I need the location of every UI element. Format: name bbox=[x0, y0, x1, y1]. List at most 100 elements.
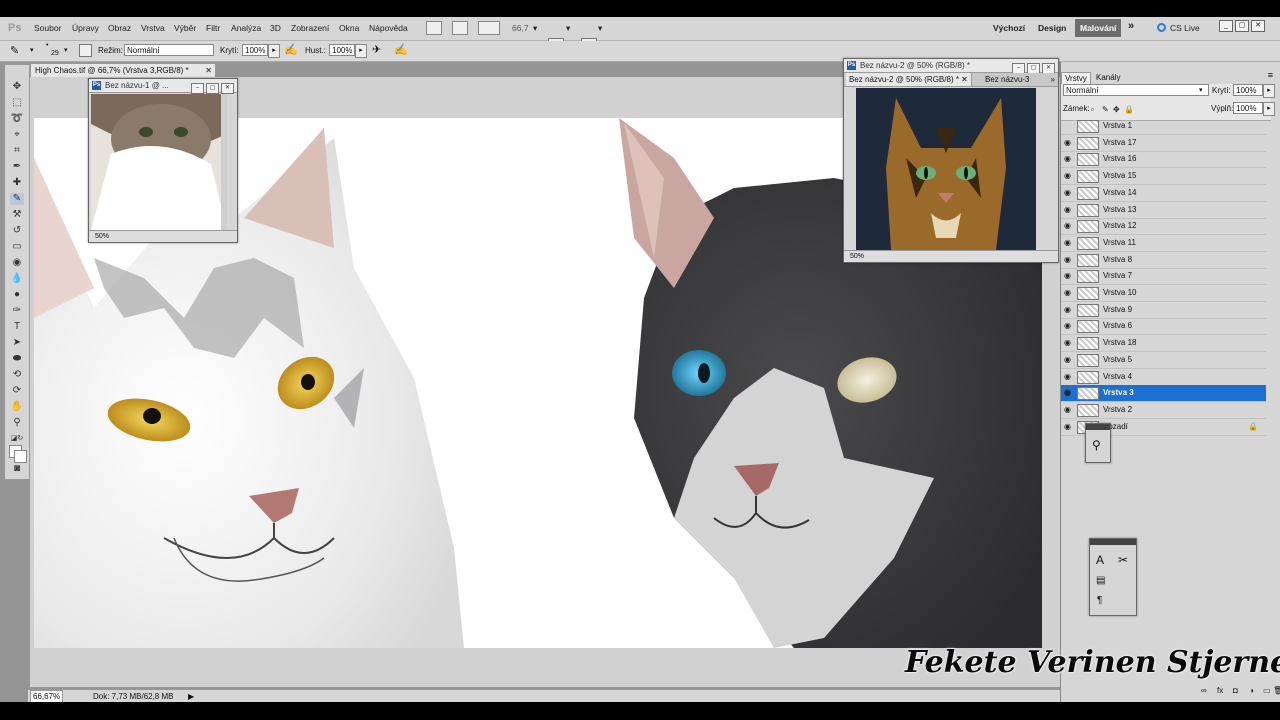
lock-position-icon[interactable]: ✥ bbox=[1113, 105, 1120, 114]
visibility-eye-icon[interactable]: ◉ bbox=[1064, 222, 1072, 230]
history-brush-tool-icon[interactable]: ↺ bbox=[10, 225, 24, 237]
path-selection-tool-icon[interactable]: ➤ bbox=[10, 337, 24, 349]
lock-pixels-icon[interactable]: ✎ bbox=[1102, 105, 1109, 114]
workspace-malovani[interactable]: Malování bbox=[1075, 19, 1122, 37]
paint-bucket-tool-icon[interactable]: ◉ bbox=[10, 257, 24, 269]
visibility-eye-icon[interactable] bbox=[1064, 122, 1072, 129]
tab-channels[interactable]: Kanály bbox=[1093, 72, 1123, 83]
layer-row[interactable]: ◉ Vrstva 11 bbox=[1061, 235, 1266, 252]
layer-row[interactable]: ◉ Vrstva 4 bbox=[1061, 369, 1266, 386]
adjustment-layer-icon[interactable]: ◑ bbox=[1249, 686, 1254, 695]
lock-all-icon[interactable]: 🔒 bbox=[1124, 105, 1134, 114]
layer-row[interactable]: ◉ Vrstva 14 bbox=[1061, 185, 1266, 202]
character-panel-icon[interactable]: A bbox=[1096, 553, 1104, 567]
visibility-eye-icon[interactable]: ◉ bbox=[1064, 255, 1072, 263]
layer-row[interactable]: ◉ Vrstva 13 bbox=[1061, 202, 1266, 219]
background-color-swatch[interactable] bbox=[14, 450, 27, 463]
brush-presets-panel-icon[interactable]: ▤ bbox=[1096, 575, 1105, 586]
pressure-opacity-icon[interactable]: ✍ bbox=[284, 43, 298, 56]
menu-upravy[interactable]: Úpravy bbox=[72, 23, 99, 33]
layer-row[interactable]: ◉ Vrstva 16 bbox=[1061, 151, 1266, 169]
bridge-icon[interactable] bbox=[426, 21, 442, 35]
visibility-eye-icon[interactable]: ◉ bbox=[1064, 355, 1072, 363]
workspace-design[interactable]: Design bbox=[1038, 23, 1066, 33]
3d-rotate-tool-icon[interactable]: ⟲ bbox=[10, 369, 24, 381]
visibility-eye-icon[interactable]: ◉ bbox=[1064, 138, 1072, 146]
layer-row[interactable]: ◉ Vrstva 8 bbox=[1061, 252, 1266, 269]
brush-tool-icon[interactable]: ✎ bbox=[10, 44, 19, 57]
tab-bez-nazvu-3[interactable]: Bez názvu-3 bbox=[982, 73, 1032, 86]
brush-tool-icon[interactable]: ✎ bbox=[10, 193, 24, 205]
layer-row[interactable]: ◉ Vrstva 15 bbox=[1061, 168, 1266, 186]
cs-live-button[interactable]: CS Live bbox=[1170, 23, 1200, 33]
mini-palette-1-titlebar[interactable] bbox=[1086, 424, 1110, 430]
opacity-slider-button[interactable]: ▸ bbox=[1263, 84, 1275, 98]
paragraph-panel-icon[interactable]: ¶ bbox=[1097, 595, 1102, 606]
hust-slider-button[interactable]: ▸ bbox=[355, 44, 367, 58]
menu-analyza[interactable]: Analýza bbox=[231, 23, 261, 33]
menu-vrstva[interactable]: Vrstva bbox=[141, 23, 165, 33]
layer-style-icon[interactable]: fx bbox=[1217, 686, 1223, 695]
close-icon[interactable]: ✕ bbox=[221, 83, 234, 94]
visibility-eye-icon[interactable]: ◉ bbox=[1064, 289, 1072, 297]
document-tab[interactable]: High Chaos.tif @ 66,7% (Vrstva 3,RGB/8) … bbox=[30, 63, 216, 78]
zoom-tool-icon[interactable]: ⚲ bbox=[10, 417, 24, 429]
brush-panel-toggle-icon[interactable] bbox=[79, 44, 92, 57]
zoom-level-field[interactable]: 66,7 bbox=[512, 23, 529, 33]
add-mask-icon[interactable]: ◘ bbox=[1233, 686, 1238, 695]
mini-bridge-icon[interactable] bbox=[452, 21, 468, 35]
maximize-icon[interactable]: ▢ bbox=[206, 83, 219, 94]
layer-row[interactable]: ◉ Vrstva 10 bbox=[1061, 285, 1266, 302]
menu-vyber[interactable]: Výběr bbox=[174, 23, 196, 33]
visibility-eye-icon[interactable]: ◉ bbox=[1064, 272, 1072, 280]
reference-window-1[interactable]: Ps Bez názvu-1 @ ... – ▢ ✕ 50% bbox=[88, 78, 238, 243]
tab-layers[interactable]: Vrstvy bbox=[1061, 72, 1091, 84]
menu-napoveda[interactable]: Nápověda bbox=[369, 23, 408, 33]
blur-tool-icon[interactable]: 💧 bbox=[10, 273, 24, 285]
default-colors-icon[interactable]: ◪↻ bbox=[10, 433, 24, 445]
visibility-eye-icon[interactable]: ◉ bbox=[1064, 422, 1072, 430]
menu-3d[interactable]: 3D bbox=[270, 23, 281, 33]
layer-row[interactable]: ◉ Vrstva 18 bbox=[1061, 335, 1266, 353]
hand-tool-icon[interactable]: ✋ bbox=[10, 401, 24, 413]
move-tool-icon[interactable]: ✥ bbox=[10, 81, 24, 93]
eyedropper-tool-icon[interactable]: ✒ bbox=[10, 161, 24, 173]
reference-window-2-titlebar[interactable]: Ps Bez názvu-2 @ 50% (RGB/8) * – ▢ ✕ bbox=[844, 59, 1058, 74]
mini-palette-1-brush-icon[interactable]: ⚲ bbox=[1092, 438, 1101, 452]
visibility-eye-icon[interactable]: ◉ bbox=[1064, 238, 1072, 246]
visibility-eye-icon[interactable]: ◉ bbox=[1064, 372, 1072, 380]
mini-palette-2-titlebar[interactable] bbox=[1090, 539, 1136, 545]
minimize-window-button[interactable]: _ bbox=[1219, 20, 1233, 32]
menu-zobrazeni[interactable]: Zobrazení bbox=[291, 23, 329, 33]
healing-brush-tool-icon[interactable]: ✚ bbox=[10, 177, 24, 189]
rezim-select[interactable]: Normální bbox=[124, 44, 214, 56]
workspace-vychozi[interactable]: Výchozí bbox=[993, 23, 1025, 33]
quick-selection-tool-icon[interactable]: ⌖ bbox=[10, 129, 24, 141]
3d-orbit-tool-icon[interactable]: ⟳ bbox=[10, 385, 24, 397]
visibility-eye-icon[interactable]: ◉ bbox=[1064, 339, 1072, 347]
fill-slider-button[interactable]: ▸ bbox=[1263, 102, 1275, 116]
extras-icon[interactable] bbox=[478, 21, 500, 35]
visibility-eye-icon[interactable]: ◉ bbox=[1064, 188, 1072, 196]
crop-tool-icon[interactable]: ⌗ bbox=[10, 145, 24, 157]
tool-preset-dropdown-icon[interactable]: ▾ bbox=[30, 46, 34, 54]
hust-input[interactable]: 100% bbox=[329, 44, 355, 56]
lock-transparency-icon[interactable]: ▫ bbox=[1091, 105, 1094, 114]
more-tabs-icon[interactable]: » bbox=[1051, 73, 1055, 86]
layer-row[interactable]: ◉ Vrstva 12 bbox=[1061, 218, 1266, 236]
more-workspaces-icon[interactable]: » bbox=[1128, 20, 1134, 32]
minimize-icon[interactable]: – bbox=[191, 83, 204, 94]
screen-mode-dropdown-icon[interactable]: ▾ bbox=[598, 23, 602, 34]
eraser-tool-icon[interactable]: ▭ bbox=[10, 241, 24, 253]
visibility-eye-icon[interactable]: ◉ bbox=[1064, 205, 1072, 213]
restore-window-button[interactable]: ▢ bbox=[1235, 20, 1249, 32]
type-tool-icon[interactable]: T bbox=[10, 321, 24, 333]
layer-row[interactable]: ◉ Vrstva 2 bbox=[1061, 402, 1266, 419]
opacity-input[interactable]: 100% bbox=[1233, 84, 1263, 96]
layer-row[interactable]: Vrstva 1 bbox=[1061, 118, 1266, 135]
layer-row[interactable]: ◉ Vrstva 7 bbox=[1061, 268, 1266, 286]
blend-mode-dropdown-icon[interactable]: ▾ bbox=[1199, 86, 1203, 94]
tool-preset-panel-icon[interactable]: ✂ bbox=[1118, 553, 1128, 567]
clone-stamp-tool-icon[interactable]: ⚒ bbox=[10, 209, 24, 221]
layer-row[interactable]: ◉ Vrstva 9 bbox=[1061, 302, 1266, 319]
